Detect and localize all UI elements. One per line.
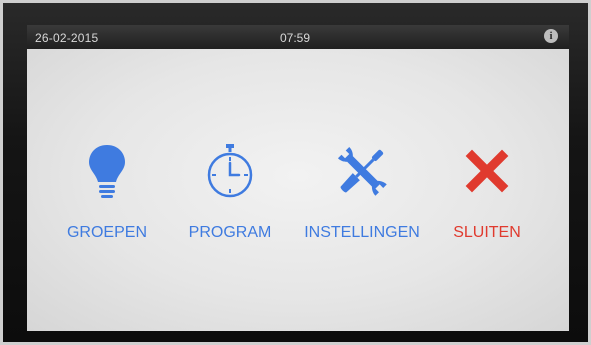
- instellingen-label: INSTELLINGEN: [304, 224, 420, 241]
- instellingen-button[interactable]: INSTELLINGEN: [292, 141, 432, 271]
- sluiten-button[interactable]: SLUITEN: [437, 141, 537, 271]
- sluiten-label: SLUITEN: [453, 224, 521, 241]
- stopwatch-icon: [207, 144, 253, 198]
- device-frame: 26-02-2015 07:59 i GROEPEN PROGRAM INSTE…: [0, 0, 591, 345]
- touch-screen: 26-02-2015 07:59 i GROEPEN PROGRAM INSTE…: [27, 25, 569, 331]
- status-bar: 26-02-2015 07:59 i: [27, 25, 569, 49]
- status-time: 07:59: [280, 31, 311, 45]
- status-date: 26-02-2015: [35, 31, 99, 45]
- lightbulb-icon: [89, 145, 125, 198]
- main-menu: GROEPEN PROGRAM INSTELLINGEN SLUITEN: [27, 49, 569, 331]
- program-label: PROGRAM: [188, 224, 272, 241]
- groepen-label: GROEPEN: [66, 224, 147, 241]
- close-icon: [465, 149, 509, 193]
- info-icon[interactable]: i: [544, 29, 558, 43]
- groepen-button[interactable]: GROEPEN: [57, 141, 157, 271]
- tools-icon: [337, 146, 387, 196]
- program-button[interactable]: PROGRAM: [175, 141, 285, 271]
